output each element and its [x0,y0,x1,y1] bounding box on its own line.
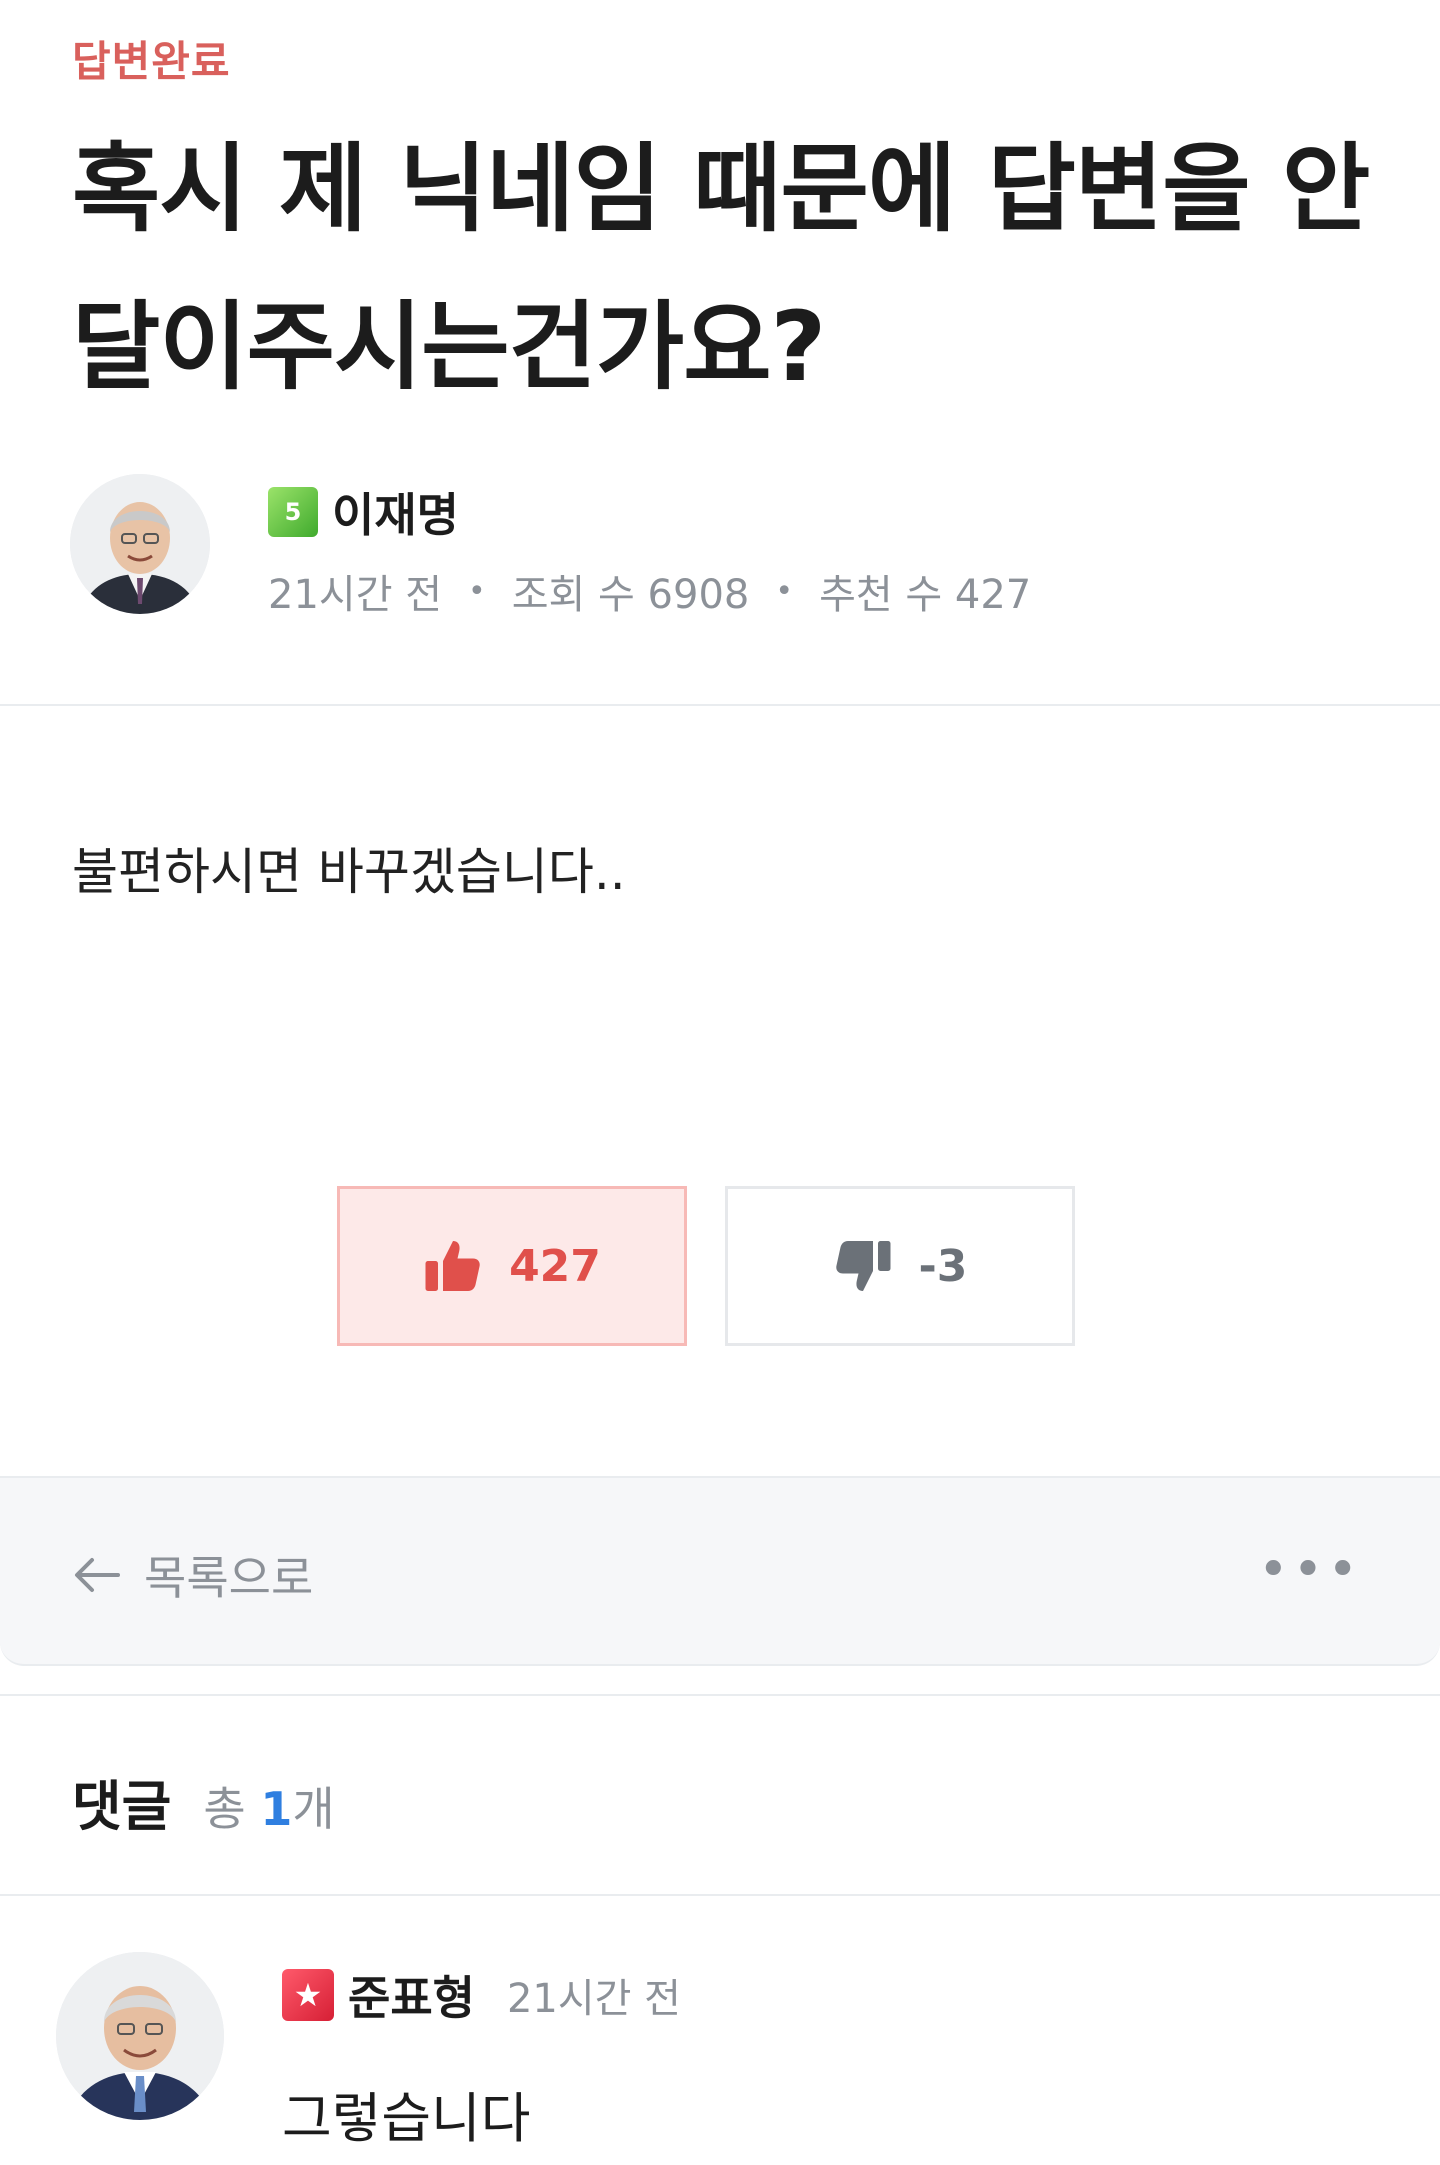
post-author: 5 이재명 21시간 전 • 조회 수 6908 • 추천 수 427 [70,474,1370,618]
author-photo-icon [70,474,210,614]
commenter-name[interactable]: 준표형 [348,1962,475,2028]
answer-status-tag: 답변완료 [72,37,231,86]
comment-item: ★ 준표형 21시간 전 그렇습니다 [56,1952,1396,2152]
divider [0,704,1440,706]
meta-separator-icon: • [775,573,794,609]
comments-header: 댓글 총 1개 [72,1762,335,1841]
post-nav-bar: 목록으로 ••• [0,1476,1440,1666]
thumbs-up-icon [425,1241,480,1291]
more-options-icon[interactable]: ••• [1258,1544,1362,1596]
arrow-left-icon [75,1558,120,1592]
comments-title: 댓글 [72,1775,172,1838]
commenter-avatar[interactable] [56,1952,224,2120]
back-to-list-link[interactable]: 목록으로 [72,1542,313,1608]
post-meta: 21시간 전 • 조회 수 6908 • 추천 수 427 [268,562,1031,620]
level-badge-icon: 5 [268,487,318,537]
back-to-list-label: 목록으로 [144,1551,314,1605]
vote-buttons: 427 -3 [337,1186,1075,1346]
thumbs-down-icon [835,1241,891,1291]
upvote-button[interactable]: 427 [337,1186,687,1346]
comments-count: 1 [260,1782,293,1836]
commenter-photo-icon [56,1952,224,2120]
author-name[interactable]: 이재명 [332,479,459,545]
divider [0,1694,1440,1696]
comments-count-unit: 개 [292,1782,335,1836]
post-time: 21시간 전 [268,572,443,618]
downvote-button[interactable]: -3 [725,1186,1075,1346]
upvote-count: 427 [509,1240,601,1292]
downvote-count: -3 [918,1240,968,1292]
comments-total: 총 1개 [203,1773,334,1839]
comments-total-prefix: 총 [203,1782,246,1836]
author-avatar[interactable] [70,474,210,614]
comment-time: 21시간 전 [506,1976,681,2022]
post-body: 불편하시면 바꾸겠습니다.. [72,843,626,901]
view-count: 조회 수 6908 [511,572,750,618]
divider [0,1894,1440,1896]
post-title: 혹시 제 닉네임 때문에 답변을 안달이주시는건가요? [72,133,1370,403]
recommend-count: 추천 수 427 [819,572,1032,618]
star-badge-icon: ★ [282,1969,334,2021]
meta-separator-icon: • [468,573,486,609]
comment-text: 그렇습니다 [282,2087,531,2150]
